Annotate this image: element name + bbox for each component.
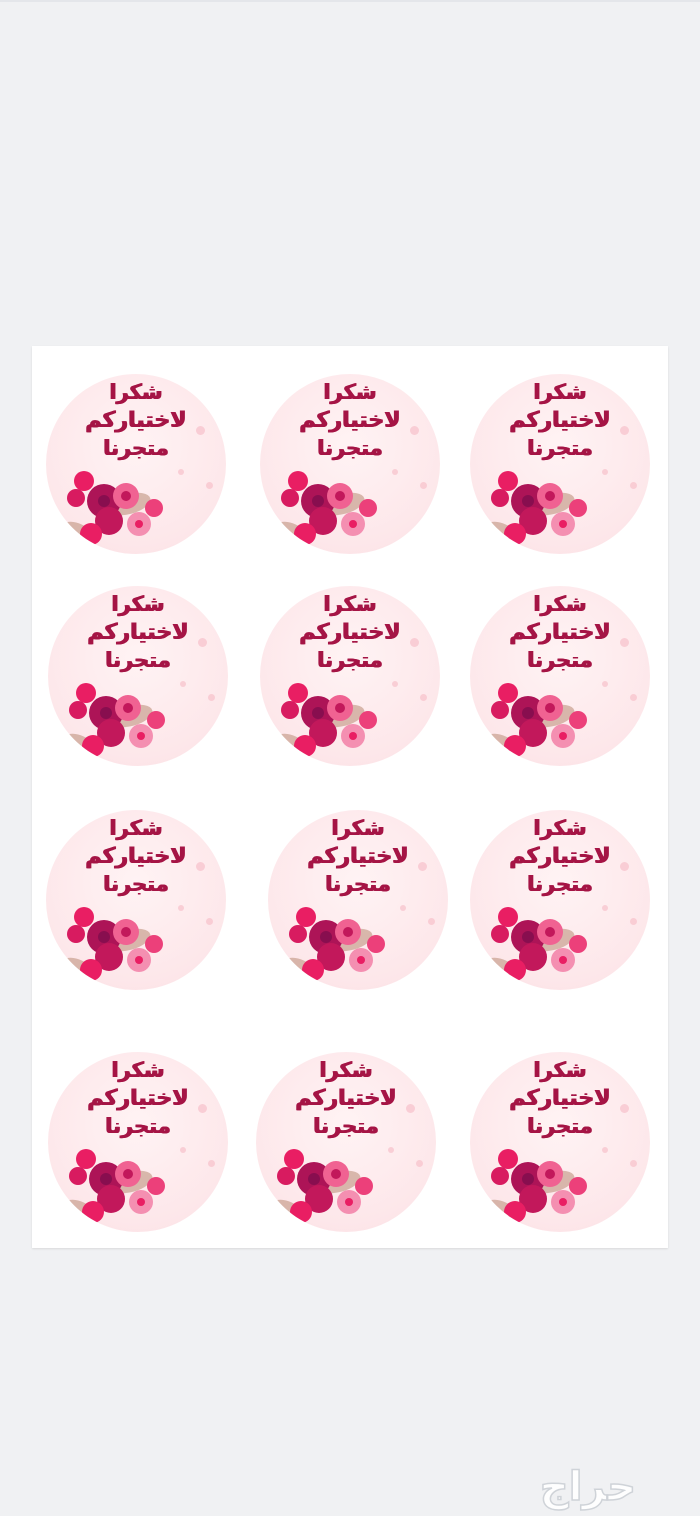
sticker: شكرا لاختياركم متجرنا	[260, 586, 440, 766]
sticker-text-line2: لاختياركم	[299, 620, 401, 645]
flower-bouquet	[278, 683, 377, 757]
sticker-text-line2: لاختياركم	[307, 844, 409, 869]
flower-bouquet	[488, 907, 587, 981]
sticker-text-line2: لاختياركم	[85, 844, 187, 869]
sticker: شكرا لاختياركم متجرنا	[470, 586, 650, 766]
petal-dot	[630, 918, 637, 925]
petal-dot	[428, 918, 435, 925]
sticker: شكرا لاختياركم متجرنا	[48, 586, 228, 766]
sticker-text-line2: لاختياركم	[509, 844, 611, 869]
flower-bouquet	[488, 471, 587, 545]
sticker-text-line1: شكرا	[331, 816, 385, 840]
petal-dot	[630, 1160, 637, 1167]
sticker: شكرا لاختياركم متجرنا	[46, 810, 226, 990]
flower-bouquet	[64, 471, 163, 545]
sticker: شكرا لاختياركم متجرنا	[470, 810, 650, 990]
sticker-text-line1: شكرا	[533, 380, 587, 404]
petal-dot	[416, 1160, 423, 1167]
sticker-text-line1: شكرا	[319, 1058, 373, 1082]
sticker-text-line2: لاختياركم	[509, 1086, 611, 1111]
sticker-text-line2: لاختياركم	[87, 1086, 189, 1111]
sticker-text-line1: شكرا	[109, 380, 163, 404]
flower-bouquet	[64, 907, 163, 981]
top-edge	[0, 0, 700, 2]
sticker: شكرا لاختياركم متجرنا	[46, 374, 226, 554]
sticker-sheet-image: شكرا لاختياركم متجرنا شكرا لاختياركم متج…	[32, 346, 668, 1248]
petal-dot	[630, 482, 637, 489]
petal-dot	[206, 482, 213, 489]
sticker-text-line2: لاختياركم	[509, 408, 611, 433]
petal-dot	[206, 918, 213, 925]
sticker-text-line2: لاختياركم	[295, 1086, 397, 1111]
petal-dot	[420, 694, 427, 701]
sticker: شكرا لاختياركم متجرنا	[470, 1052, 650, 1232]
sticker: شكرا لاختياركم متجرنا	[268, 810, 448, 990]
sticker: شكرا لاختياركم متجرنا	[48, 1052, 228, 1232]
flower-bouquet	[66, 1149, 165, 1223]
sticker-text-line2: لاختياركم	[509, 620, 611, 645]
sticker: شكرا لاختياركم متجرنا	[260, 374, 440, 554]
sticker-text-line2: لاختياركم	[299, 408, 401, 433]
sticker-text-line2: لاختياركم	[85, 408, 187, 433]
flower-bouquet	[278, 471, 377, 545]
sticker-text-line1: شكرا	[109, 816, 163, 840]
sticker-text-line2: لاختياركم	[87, 620, 189, 645]
petal-dot	[208, 694, 215, 701]
petal-dot	[420, 482, 427, 489]
sticker-text-line1: شكرا	[111, 592, 165, 616]
watermark-logo: حراج	[539, 1464, 637, 1510]
flower-bouquet	[286, 907, 385, 981]
flower-bouquet	[66, 683, 165, 757]
sticker: شكرا لاختياركم متجرنا	[256, 1052, 436, 1232]
sticker-text-line1: شكرا	[111, 1058, 165, 1082]
sticker: شكرا لاختياركم متجرنا	[470, 374, 650, 554]
petal-dot	[630, 694, 637, 701]
petal-dot	[208, 1160, 215, 1167]
sticker-text-line1: شكرا	[533, 592, 587, 616]
sticker-text-line1: شكرا	[533, 1058, 587, 1082]
sticker-text-line1: شكرا	[533, 816, 587, 840]
flower-bouquet	[488, 1149, 587, 1223]
flower-bouquet	[274, 1149, 373, 1223]
flower-bouquet	[488, 683, 587, 757]
sticker-text-line1: شكرا	[323, 380, 377, 404]
sticker-text-line1: شكرا	[323, 592, 377, 616]
